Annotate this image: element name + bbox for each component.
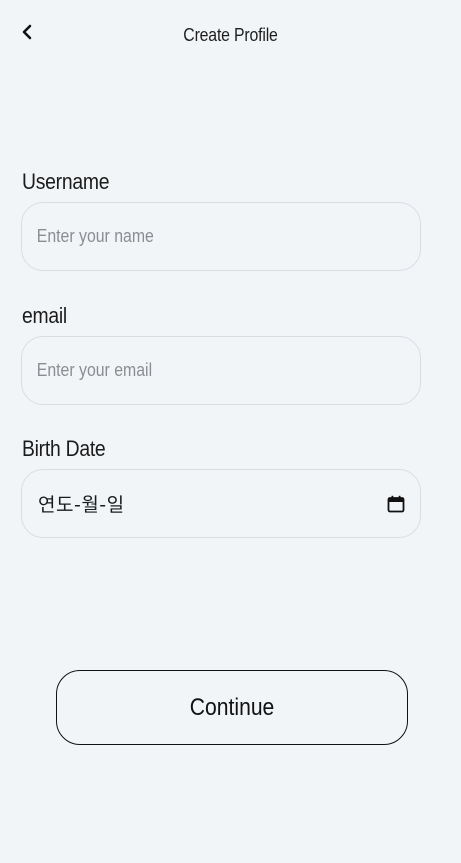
continue-button[interactable]: Continue (56, 670, 408, 745)
birth-date-label: Birth Date (22, 436, 106, 461)
username-input[interactable] (35, 225, 363, 248)
email-input[interactable] (35, 359, 363, 382)
username-label: Username (22, 169, 110, 194)
continue-label: Continue (189, 693, 275, 721)
username-field[interactable] (21, 202, 421, 271)
page-title: Create Profile (183, 25, 278, 45)
calendar-icon[interactable] (386, 494, 406, 514)
email-label: email (22, 303, 67, 328)
email-field[interactable] (21, 336, 421, 405)
birth-date-field[interactable]: 연도-월-일 (21, 469, 421, 538)
create-profile-screen: Create Profile Username email Birth Date… (0, 0, 461, 863)
birth-date-value: 연도-월-일 (38, 494, 125, 516)
